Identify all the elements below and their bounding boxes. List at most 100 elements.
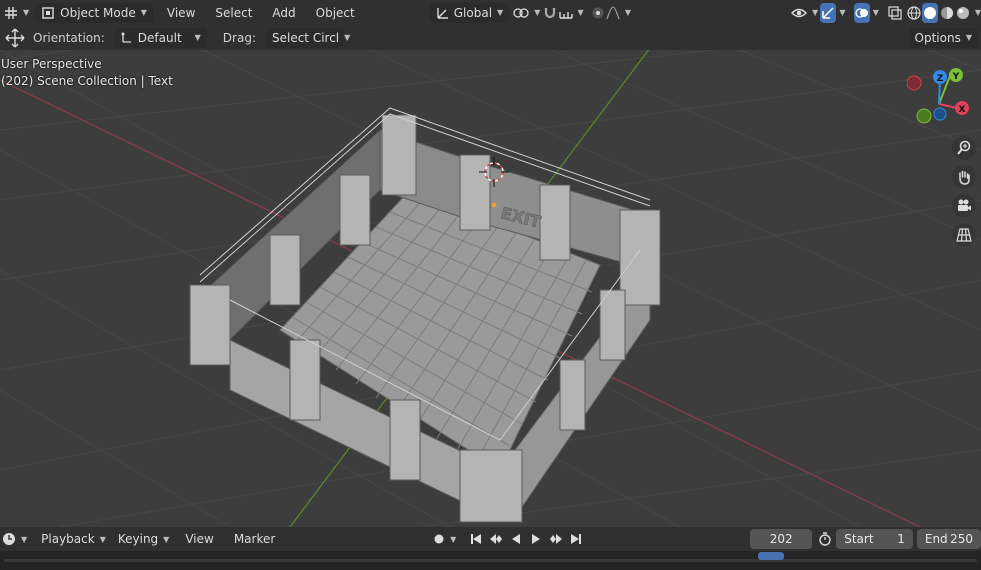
play-button[interactable]	[526, 529, 546, 549]
menu-keying[interactable]: Keying ▼	[112, 529, 175, 549]
active-tool-icon-button[interactable]	[3, 28, 27, 48]
playback-label: Playback	[41, 532, 95, 546]
navigation-gizmo[interactable]: Z Y X	[907, 66, 971, 128]
chevron-down-icon: ▼	[163, 534, 170, 544]
play-reverse-icon	[512, 534, 521, 544]
menu-marker[interactable]: Marker	[228, 532, 281, 546]
neg-x-axis-ball[interactable]	[907, 75, 922, 91]
keying-label: Keying	[117, 532, 159, 546]
menu-view[interactable]: View	[161, 6, 201, 20]
playhead[interactable]	[758, 552, 784, 560]
xray-toggle[interactable]	[887, 3, 903, 23]
shading-solid[interactable]	[922, 2, 939, 23]
shading-wireframe[interactable]	[906, 3, 922, 23]
chevron-down-icon: ▼	[812, 8, 819, 17]
clock-icon	[3, 533, 15, 545]
viewport-perspective-label: User Perspective	[1, 57, 102, 71]
zoom-tool[interactable]	[952, 136, 976, 160]
xray-icon	[888, 5, 902, 20]
menu-playback[interactable]: Playback ▼	[35, 529, 112, 549]
chevron-down-icon: ▼	[450, 534, 457, 544]
orientation-icon	[437, 7, 448, 19]
chevron-down-icon: ▼	[194, 33, 201, 42]
stopwatch-icon	[819, 532, 832, 546]
options-label: Options	[914, 30, 961, 45]
snap-target-button[interactable]: ▼	[558, 3, 584, 23]
menu-add[interactable]: Add	[266, 6, 301, 20]
menu-object[interactable]: Object	[310, 6, 361, 20]
next-keyframe-button[interactable]	[546, 529, 566, 549]
orientation-dropdown[interactable]: Default ▼	[114, 27, 207, 48]
jump-end-button[interactable]	[566, 529, 586, 549]
current-frame-field[interactable]: 202	[750, 529, 813, 549]
mode-selector[interactable]: Object Mode ▼	[35, 2, 153, 23]
drag-field-label: Drag:	[222, 30, 256, 45]
drag-dropdown[interactable]: Select Circl ▼	[265, 27, 350, 48]
play-icon	[532, 534, 541, 544]
snap-toggle[interactable]	[542, 3, 558, 23]
shading-rendered[interactable]	[955, 3, 971, 23]
camera-icon	[958, 199, 971, 211]
editor-type-button[interactable]: ▼	[4, 3, 29, 23]
menu-select[interactable]: Select	[209, 6, 258, 20]
menu-timeline-view[interactable]: View	[179, 532, 219, 546]
jump-end-icon	[571, 534, 582, 544]
chevron-down-icon: ▼	[344, 33, 351, 42]
overlays-toggle[interactable]	[853, 2, 870, 23]
pan-tool[interactable]	[952, 165, 976, 189]
3d-viewport[interactable]: EXIT User Perspective (202) Scene Collec…	[0, 0, 981, 527]
orientation-dropdown-value: Default	[137, 30, 182, 45]
wireframe-sphere-icon	[907, 5, 921, 20]
drag-dropdown-value: Select Circl	[271, 30, 340, 45]
visibility-selector[interactable]: ▼	[791, 3, 818, 23]
chevron-down-icon: ▼	[140, 8, 147, 17]
magnet-icon	[545, 7, 556, 18]
snap-increment-icon	[558, 11, 573, 19]
end-frame-field[interactable]: End 250	[916, 529, 981, 549]
proportional-edit-toggle[interactable]	[590, 3, 606, 23]
preview-range-toggle[interactable]	[816, 529, 834, 549]
play-reverse-button[interactable]	[506, 529, 526, 549]
pivot-point-button[interactable]: ▼	[513, 3, 540, 23]
start-value: 1	[897, 532, 905, 546]
z-axis-label: Z	[937, 74, 944, 84]
falloff-button[interactable]: ▼	[606, 3, 631, 23]
gizmo-toggle[interactable]	[820, 2, 837, 23]
grid-perspective-icon	[956, 228, 972, 242]
orientation-label: Global	[453, 5, 493, 20]
start-label: Start	[844, 532, 874, 546]
timeline-scrubber[interactable]	[0, 551, 981, 570]
options-dropdown[interactable]: Options ▼	[908, 27, 978, 48]
orientation-field-label: Orientation:	[33, 30, 105, 45]
chevron-down-icon: ▼	[534, 8, 541, 17]
material-sphere-icon	[940, 6, 953, 19]
prev-keyframe-button[interactable]	[486, 529, 506, 549]
chevron-down-icon: ▼	[577, 8, 584, 17]
hand-icon	[959, 170, 970, 185]
neg-z-axis-ball[interactable]	[933, 107, 947, 121]
chevron-down-icon: ▼	[497, 8, 504, 17]
timeline-scrollbar[interactable]	[4, 559, 977, 562]
jump-start-icon	[471, 534, 482, 544]
perspective-toggle-tool[interactable]	[952, 223, 976, 247]
orientation-default-icon	[121, 32, 131, 43]
camera-view-tool[interactable]	[952, 194, 976, 218]
timeline-editor-type-button[interactable]: ▼	[2, 529, 27, 549]
eye-icon	[791, 8, 808, 17]
jump-start-button[interactable]	[466, 529, 486, 549]
chevron-down-icon: ▼	[624, 8, 632, 17]
timeline-editor: ▼ Playback ▼ Keying ▼ View Marker ▼ 202	[0, 527, 981, 570]
timeline-header: ▼ Playback ▼ Keying ▼ View Marker ▼ 202	[0, 527, 981, 551]
auto-keying-toggle[interactable]: ▼	[431, 529, 458, 549]
prev-keyframe-icon	[490, 534, 503, 544]
chevron-down-icon[interactable]: ▼	[975, 8, 981, 17]
proportional-edit-icon	[592, 7, 604, 18]
chevron-down-icon: ▼	[965, 33, 972, 42]
chevron-down-icon[interactable]: ▼	[873, 8, 879, 17]
chevron-down-icon[interactable]: ▼	[839, 8, 845, 17]
neg-y-axis-ball[interactable]	[916, 108, 932, 124]
start-frame-field[interactable]: Start 1	[836, 529, 913, 549]
transform-orientation-selector[interactable]: Global ▼	[428, 2, 510, 23]
chevron-down-icon: ▼	[21, 534, 28, 544]
shading-material[interactable]	[938, 3, 954, 23]
